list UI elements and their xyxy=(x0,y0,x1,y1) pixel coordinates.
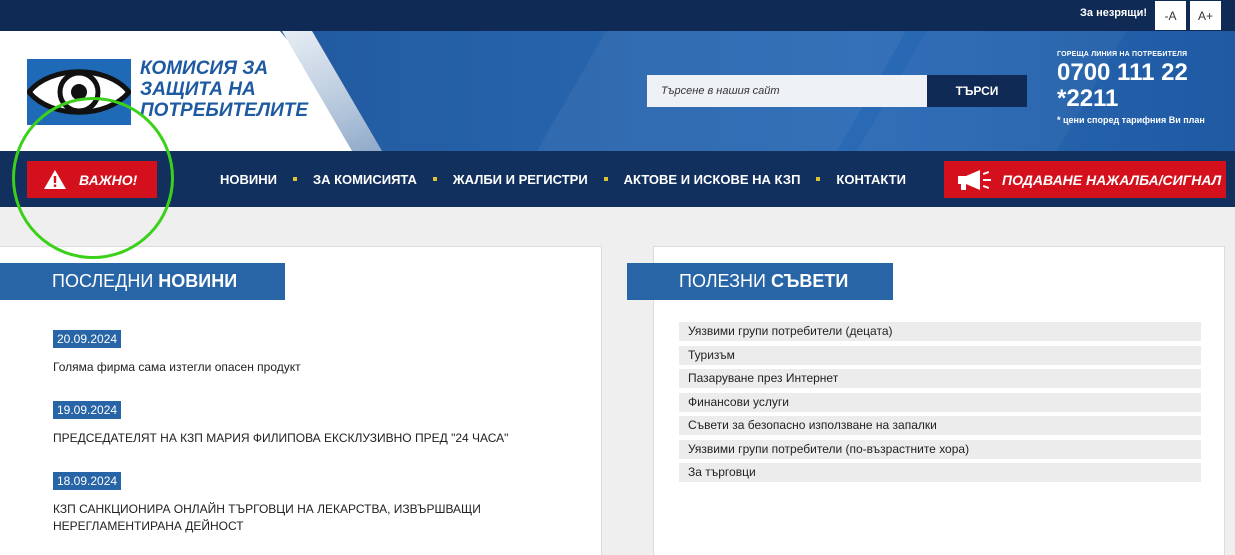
nav-separator xyxy=(292,177,297,181)
logo-line-1: КОМИСИЯ ЗА xyxy=(140,58,269,79)
search-input[interactable] xyxy=(647,75,927,107)
nav-separator xyxy=(603,177,608,181)
news-title-bold: НОВИНИ xyxy=(158,271,238,291)
accessibility-label: За незрящи! xyxy=(1080,7,1147,19)
top-bar: За незрящи! -A A+ xyxy=(0,0,1235,31)
news-item: 19.09.2024 ПРЕДСЕДАТЕЛЯТ НА КЗП МАРИЯ ФИ… xyxy=(53,399,573,447)
submit-complaint-label: ПОДАВАНЕ НАЖАЛБА/СИГНАЛ xyxy=(1002,171,1222,188)
tips-list: Уязвими групи потребители (децата) Туриз… xyxy=(679,322,1201,487)
latest-news-panel: ПОСЛЕДНИ НОВИНИ 20.09.2024 Голяма фирма … xyxy=(0,246,602,555)
tips-title-bold: СЪВЕТИ xyxy=(770,271,849,291)
useful-tips-panel: ПОЛЕЗНИ СЪВЕТИ Уязвими групи потребители… xyxy=(627,246,1225,555)
news-title-link[interactable]: КЗП САНКЦИОНИРА ОНЛАЙН ТЪРГОВЦИ НА ЛЕКАР… xyxy=(53,501,573,535)
warning-icon xyxy=(44,170,66,189)
hotline-number[interactable]: 0700 111 22 *2211 xyxy=(1057,60,1188,112)
nav-item-contacts[interactable]: КОНТАКТИ xyxy=(836,172,906,187)
main-navbar: ВАЖНО! НОВИНИ ЗА КОМИСИЯТА ЖАЛБИ И РЕГИС… xyxy=(0,151,1235,207)
tips-section-title: ПОЛЕЗНИ СЪВЕТИ xyxy=(627,263,893,300)
nav-separator xyxy=(432,177,437,181)
tip-item[interactable]: Пазаруване през Интернет xyxy=(679,369,1201,388)
news-title-link[interactable]: Голяма фирма сама изтегли опасен продукт xyxy=(53,359,573,376)
news-item: 18.09.2024 КЗП САНКЦИОНИРА ОНЛАЙН ТЪРГОВ… xyxy=(53,470,573,535)
submit-complaint-button[interactable]: ПОДАВАНЕ НАЖАЛБА/СИГНАЛ xyxy=(944,161,1226,198)
search-button[interactable]: ТЪРСИ xyxy=(927,75,1027,107)
tip-item[interactable]: Финансови услуги xyxy=(679,392,1201,412)
hotline-number-short: *2211 xyxy=(1057,85,1119,112)
news-item: 20.09.2024 Голяма фирма сама изтегли опа… xyxy=(53,328,573,376)
site-header: КОМИСИЯ ЗА ЗАЩИТА НА ПОТРЕБИТЕЛИТЕ ТЪРСИ… xyxy=(0,31,1235,151)
news-date: 20.09.2024 xyxy=(53,330,122,348)
tip-item[interactable]: Туризъм xyxy=(679,345,1201,365)
tip-item[interactable]: За търговци xyxy=(679,463,1201,482)
news-title-light: ПОСЛЕДНИ xyxy=(52,271,154,291)
nav-separator xyxy=(816,177,821,181)
eye-logo-icon[interactable] xyxy=(27,59,131,125)
news-section-title: ПОСЛЕДНИ НОВИНИ xyxy=(0,263,285,300)
decrease-font-button[interactable]: -A xyxy=(1155,1,1186,30)
nav-menu: НОВИНИ ЗА КОМИСИЯТА ЖАЛБИ И РЕГИСТРИ АКТ… xyxy=(220,151,906,207)
hotline-note: * цени според тарифния Ви план xyxy=(1057,115,1205,125)
important-button[interactable]: ВАЖНО! xyxy=(27,161,157,198)
tips-title-light: ПОЛЕЗНИ xyxy=(679,271,766,291)
logo-line-2: ЗАЩИТА НА xyxy=(140,79,256,100)
news-date: 19.09.2024 xyxy=(53,401,122,419)
hotline-number-main: 0700 111 22 xyxy=(1057,59,1188,86)
important-label: ВАЖНО! xyxy=(79,171,138,188)
hotline-label: ГОРЕЩА ЛИНИЯ НА ПОТРЕБИТЕЛЯ xyxy=(1057,51,1188,58)
increase-font-button[interactable]: A+ xyxy=(1190,1,1221,30)
tip-item[interactable]: Съвети за безопасно използване на запалк… xyxy=(679,416,1201,435)
news-date: 18.09.2024 xyxy=(53,472,122,490)
organization-name[interactable]: КОМИСИЯ ЗА ЗАЩИТА НА ПОТРЕБИТЕЛИТЕ xyxy=(140,58,308,121)
nav-item-acts[interactable]: АКТОВЕ И ИСКОВЕ НА КЗП xyxy=(624,172,801,187)
tip-item[interactable]: Уязвими групи потребители (децата) xyxy=(679,322,1201,341)
nav-item-complaints[interactable]: ЖАЛБИ И РЕГИСТРИ xyxy=(453,172,588,187)
tip-item[interactable]: Уязвими групи потребители (по-възрастнит… xyxy=(679,439,1201,459)
nav-item-news[interactable]: НОВИНИ xyxy=(220,172,277,187)
nav-item-about[interactable]: ЗА КОМИСИЯТА xyxy=(313,172,417,187)
logo-line-3: ПОТРЕБИТЕЛИТЕ xyxy=(140,100,309,121)
news-title-link[interactable]: ПРЕДСЕДАТЕЛЯТ НА КЗП МАРИЯ ФИЛИПОВА ЕКСК… xyxy=(53,430,573,447)
megaphone-icon xyxy=(958,169,991,190)
